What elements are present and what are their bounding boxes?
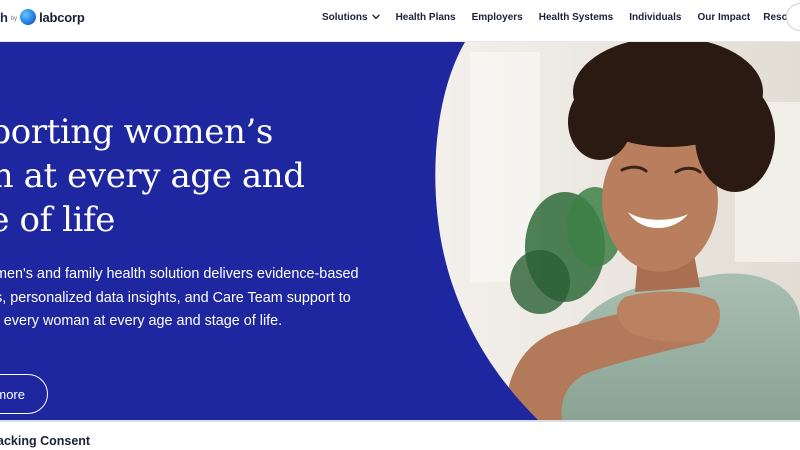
brand-by: by [10,16,18,22]
hero-description-line-1: men's and family health solution deliver… [0,266,359,282]
nav-solutions[interactable]: Solutions [322,12,380,23]
nav-employers[interactable]: Employers [472,12,523,23]
hero-title-line-3: ge of life [0,200,116,240]
learn-more-button[interactable]: more [0,374,48,414]
hero-section: pporting women’s lth at every age and ge… [0,42,800,420]
hero-title-line-1: pporting women’s [0,112,273,152]
brand-logo[interactable]: h by labcorp [0,7,85,27]
header-action-button[interactable] [786,3,800,31]
hero-description: men's and family health solution deliver… [0,263,365,334]
nav-health-plans[interactable]: Health Plans [396,12,456,23]
nav-individuals[interactable]: Individuals [629,12,681,23]
nav-health-systems[interactable]: Health Systems [539,12,613,23]
hero-title: pporting women’s lth at every age and ge… [0,110,328,242]
learn-more-label: more [0,386,25,402]
nav-solutions-label: Solutions [322,11,368,23]
tracking-consent-title: acking Consent [0,434,91,448]
chevron-down-icon [371,14,380,20]
labcorp-logo-icon [20,9,37,25]
brand-prefix: h [0,9,8,25]
hero-title-line-2: lth at every age and [0,156,305,196]
brand-name: labcorp [39,9,85,25]
hero-description-line-2: s, personalized data insights, and Care … [0,289,351,306]
site-header: h by labcorp Solutions Health Plans Empl… [0,0,800,42]
main-nav: Solutions Health Plans Employers Health … [322,9,800,25]
hero-description-line-3: r every woman at every age and stage of … [0,313,283,329]
nav-our-impact[interactable]: Our Impact [697,12,750,23]
tracking-consent-bar: acking Consent [0,420,800,450]
